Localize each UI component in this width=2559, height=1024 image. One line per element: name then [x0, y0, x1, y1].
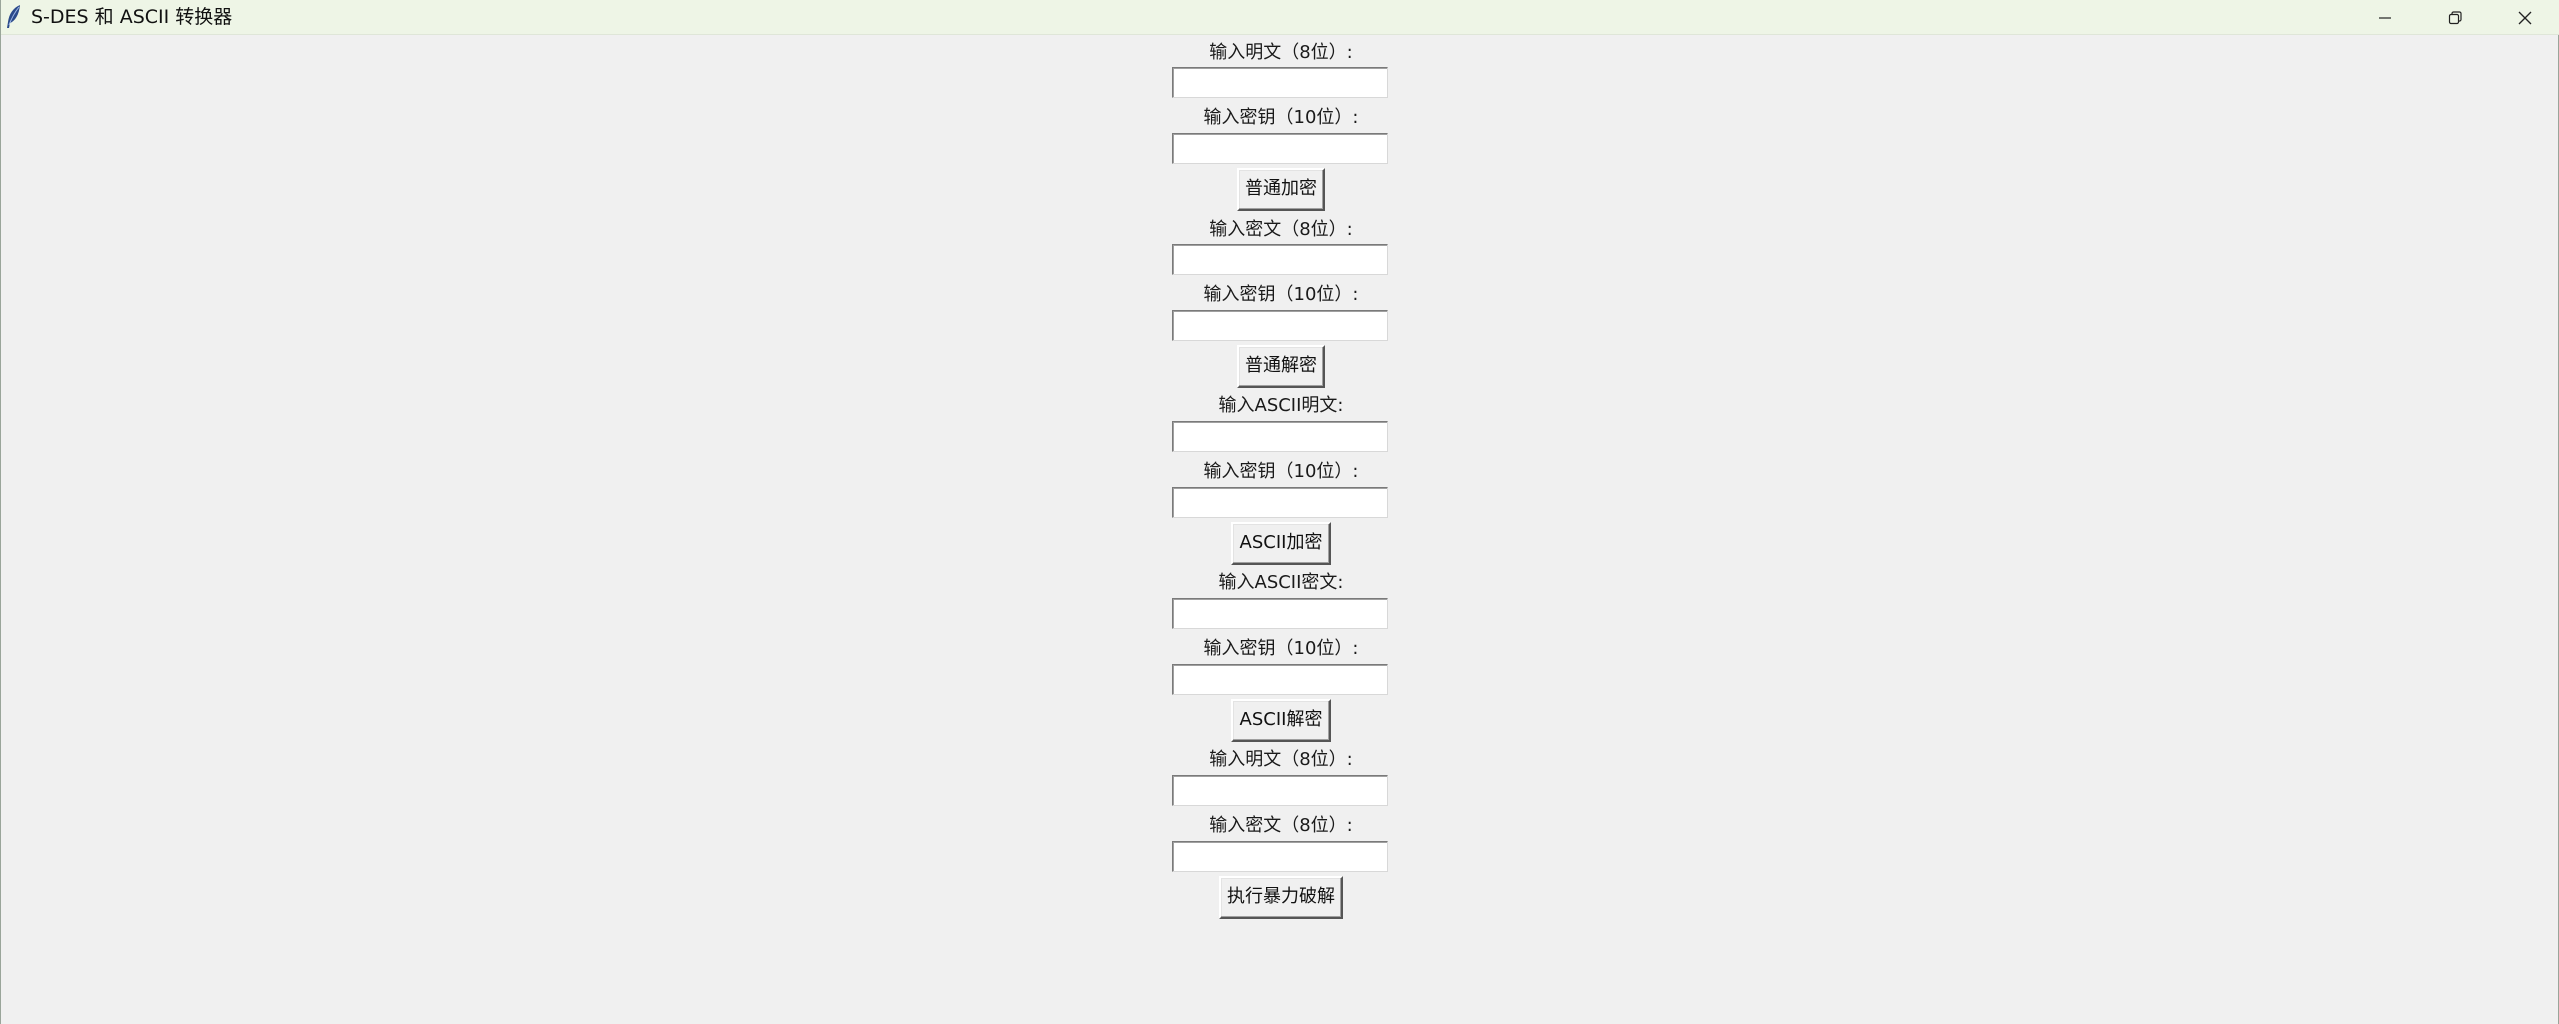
- encrypt-plaintext-label: 输入明文（8位）:: [1209, 42, 1353, 63]
- ascii-decrypt-ciphertext-label: 输入ASCII密文:: [1218, 572, 1344, 593]
- encrypt-key-label: 输入密钥（10位）:: [1203, 107, 1359, 128]
- ascii-decrypt-key-input[interactable]: [1172, 664, 1388, 695]
- brute-plaintext-input[interactable]: [1172, 775, 1388, 806]
- encrypt-button[interactable]: 普通加密: [1237, 168, 1325, 211]
- ascii-encrypt-plaintext-input[interactable]: [1172, 421, 1388, 452]
- minimize-icon: [2377, 10, 2393, 26]
- ascii-encrypt-key-input[interactable]: [1172, 487, 1388, 518]
- window-title: S-DES 和 ASCII 转换器: [31, 6, 233, 28]
- decrypt-ciphertext-label: 输入密文（8位）:: [1209, 219, 1353, 240]
- ascii-decrypt-ciphertext-input[interactable]: [1172, 598, 1388, 629]
- encrypt-plaintext-input[interactable]: [1172, 67, 1388, 98]
- ascii-encrypt-plaintext-label: 输入ASCII明文:: [1218, 395, 1344, 416]
- encrypt-key-input[interactable]: [1172, 133, 1388, 164]
- close-button[interactable]: [2490, 0, 2559, 35]
- maximize-button[interactable]: [2420, 0, 2490, 35]
- decrypt-button[interactable]: 普通解密: [1237, 345, 1325, 388]
- brute-force-button[interactable]: 执行暴力破解: [1219, 876, 1343, 919]
- title-bar[interactable]: S-DES 和 ASCII 转换器: [1, 0, 2559, 35]
- restore-icon: [2447, 10, 2463, 26]
- ascii-decrypt-key-label: 输入密钥（10位）:: [1203, 638, 1359, 659]
- ascii-encrypt-key-label: 输入密钥（10位）:: [1203, 461, 1359, 482]
- brute-ciphertext-input[interactable]: [1172, 841, 1388, 872]
- minimize-button[interactable]: [2350, 0, 2420, 35]
- decrypt-ciphertext-input[interactable]: [1172, 244, 1388, 275]
- main-form: 输入明文（8位）: 输入密钥（10位）: 普通加密 输入密文（8位）: 输入密钥…: [1, 36, 2559, 1024]
- decrypt-key-label: 输入密钥（10位）:: [1203, 284, 1359, 305]
- close-icon: [2517, 10, 2533, 26]
- brute-ciphertext-label: 输入密文（8位）:: [1209, 815, 1353, 836]
- brute-plaintext-label: 输入明文（8位）:: [1209, 749, 1353, 770]
- ascii-encrypt-button[interactable]: ASCII加密: [1231, 522, 1331, 565]
- app-window: S-DES 和 ASCII 转换器 输入明文（8位）: 输入密钥（10位）: 普…: [0, 0, 2559, 1024]
- ascii-decrypt-button[interactable]: ASCII解密: [1231, 699, 1331, 742]
- decrypt-key-input[interactable]: [1172, 310, 1388, 341]
- feather-icon: [4, 4, 24, 30]
